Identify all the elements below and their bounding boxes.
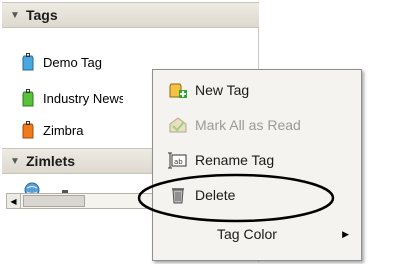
menu-item-label: Mark All as Read	[195, 117, 301, 133]
menu-item-label: Tag Color	[217, 226, 277, 242]
submenu-arrow-icon: ▶	[342, 229, 349, 239]
tag-context-menu: New Tag Mark All as Read ab Rename Tag D…	[152, 69, 362, 261]
menu-item-rename-tag[interactable]: ab Rename Tag	[153, 143, 361, 177]
empty-icon-slot	[167, 224, 189, 244]
screenshot-frame: ▼ Tags Demo Tag Industry News Zimbra ▼ Z…	[0, 0, 399, 264]
new-tag-icon	[167, 80, 189, 100]
menu-item-delete[interactable]: Delete	[153, 178, 361, 212]
tags-section-title: Tags	[26, 7, 58, 23]
blue-tag-icon	[22, 53, 34, 71]
menu-item-label: Delete	[195, 187, 236, 203]
orange-tag-icon	[22, 121, 34, 139]
tag-label: Industry News	[43, 90, 123, 106]
tag-label: Demo Tag	[43, 54, 103, 70]
trash-icon	[167, 185, 189, 205]
menu-item-label: New Tag	[195, 82, 250, 98]
scroll-left-arrow-icon[interactable]: ◀	[7, 194, 21, 208]
green-tag-icon	[22, 89, 34, 107]
menu-item-tag-color[interactable]: Tag Color ▶	[153, 217, 361, 251]
rename-icon: ab	[167, 150, 189, 170]
tag-label: Zimbra	[43, 122, 84, 138]
collapse-arrow-icon[interactable]: ▼	[10, 156, 26, 167]
svg-text:ab: ab	[174, 158, 183, 166]
mark-read-icon	[167, 115, 189, 135]
menu-item-label: Rename Tag	[195, 152, 275, 168]
collapse-arrow-icon[interactable]: ▼	[10, 10, 26, 21]
tags-section-header[interactable]: ▼ Tags	[2, 2, 259, 28]
menu-item-mark-all-read: Mark All as Read	[153, 108, 361, 142]
zimlets-section-title: Zimlets	[26, 153, 76, 169]
menu-item-new-tag[interactable]: New Tag	[153, 73, 361, 107]
scrollbar-thumb[interactable]	[23, 195, 85, 207]
